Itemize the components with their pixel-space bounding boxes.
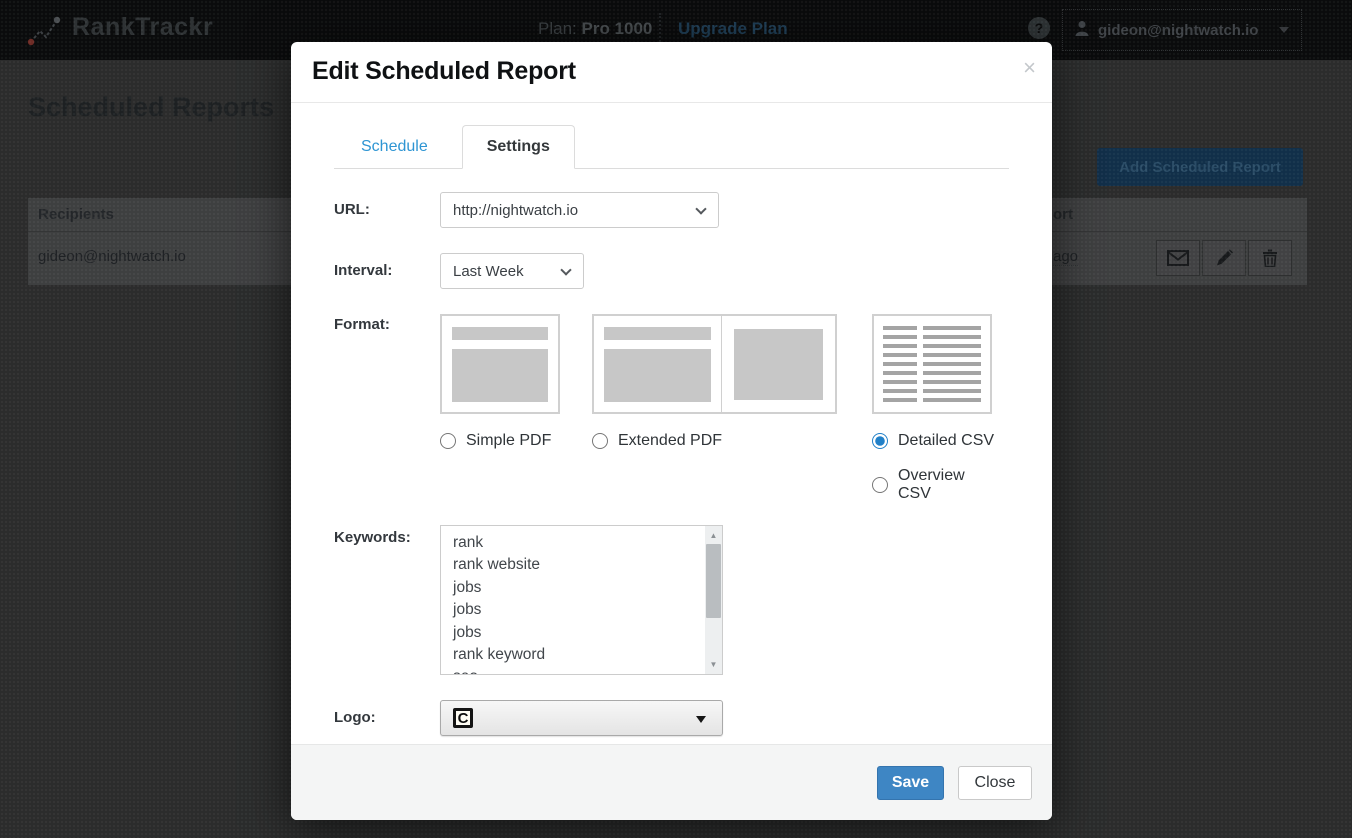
url-select[interactable]: http://nightwatch.io — [440, 192, 719, 228]
logo-row: Logo: C — [334, 700, 1009, 736]
modal-title: Edit Scheduled Report — [312, 57, 576, 86]
tab-settings[interactable]: Settings — [462, 125, 575, 169]
interval-select[interactable]: Last Week — [440, 253, 584, 289]
url-label: URL: — [334, 192, 440, 228]
overview-csv-radio[interactable] — [872, 477, 888, 493]
close-icon[interactable]: × — [1023, 55, 1036, 81]
extended-pdf-radio[interactable] — [592, 433, 608, 449]
extended-pdf-radio-row: Extended PDF — [592, 432, 872, 450]
simple-pdf-radio[interactable] — [440, 433, 456, 449]
keyword-list-item[interactable]: jobs — [453, 577, 702, 599]
detailed-csv-radio[interactable] — [872, 433, 888, 449]
interval-label: Interval: — [334, 253, 440, 289]
format-option-extended-pdf: Extended PDF — [592, 314, 872, 503]
url-select-value: http://nightwatch.io — [453, 202, 578, 219]
extended-pdf-thumbnail[interactable] — [592, 314, 837, 414]
logo-c-icon: C — [453, 708, 473, 728]
format-option-simple-pdf: Simple PDF — [440, 314, 592, 503]
keywords-listbox[interactable]: rank rank website jobs jobs jobs rank ke… — [440, 525, 723, 675]
keyword-list-item[interactable]: jobs — [453, 622, 702, 644]
keyword-list-item[interactable]: rank — [453, 532, 702, 554]
url-row: URL: http://nightwatch.io — [334, 192, 1009, 228]
scroll-up-icon[interactable]: ▲ — [705, 527, 722, 544]
keyword-list-item[interactable]: rank website — [453, 554, 702, 576]
edit-scheduled-report-modal: Edit Scheduled Report × Schedule Setting… — [291, 42, 1052, 820]
detailed-csv-thumbnail[interactable] — [872, 314, 992, 414]
detailed-csv-radio-row: Detailed CSV — [872, 432, 1002, 450]
keyword-list-item[interactable]: jobs — [453, 599, 702, 621]
keywords-row: Keywords: rank rank website jobs jobs jo… — [334, 525, 1009, 675]
overview-csv-radio-row: Overview CSV — [872, 467, 1002, 503]
format-label: Format: — [334, 314, 440, 503]
listbox-scrollbar[interactable]: ▲ ▼ — [705, 526, 722, 674]
modal-header: Edit Scheduled Report × — [291, 42, 1052, 103]
logo-select[interactable]: C — [440, 700, 723, 736]
save-button[interactable]: Save — [877, 766, 944, 800]
format-row: Format: Simple PDF — [334, 314, 1009, 503]
simple-pdf-thumbnail[interactable] — [440, 314, 560, 414]
thumbnail-left-pane — [594, 316, 722, 412]
thumbnail-content-block — [734, 329, 823, 400]
keyword-list-item[interactable]: rank keyword — [453, 644, 702, 666]
tab-schedule[interactable]: Schedule — [343, 126, 446, 168]
format-option-csv: Detailed CSV Overview CSV — [872, 314, 1002, 503]
keywords-label: Keywords: — [334, 525, 440, 675]
logo-label: Logo: — [334, 700, 440, 736]
format-options: Simple PDF Exte — [440, 314, 1002, 503]
close-button[interactable]: Close — [958, 766, 1032, 800]
thumbnail-content-block — [604, 349, 711, 402]
simple-pdf-radio-row: Simple PDF — [440, 432, 592, 450]
interval-select-value: Last Week — [453, 263, 524, 280]
simple-pdf-radio-label: Simple PDF — [466, 432, 551, 450]
thumbnail-header-bar — [604, 327, 711, 340]
chevron-down-icon — [695, 203, 706, 214]
modal-body: Schedule Settings URL: http://nightwatch… — [291, 103, 1052, 744]
dropdown-caret-icon — [696, 716, 706, 723]
scroll-down-icon[interactable]: ▼ — [705, 656, 722, 673]
thumbnail-header-bar — [452, 327, 548, 340]
modal-footer: Save Close — [291, 744, 1052, 820]
detailed-csv-radio-label: Detailed CSV — [898, 432, 994, 450]
overview-csv-radio-label: Overview CSV — [898, 467, 1002, 503]
scrollbar-thumb[interactable] — [706, 544, 721, 618]
thumbnail-content-block — [452, 349, 548, 402]
chevron-down-icon — [560, 264, 571, 275]
tab-bar: Schedule Settings — [334, 125, 1009, 169]
extended-pdf-radio-label: Extended PDF — [618, 432, 722, 450]
keyword-list-item[interactable]: seo — [453, 666, 702, 675]
interval-row: Interval: Last Week — [334, 253, 1009, 289]
thumbnail-right-pane — [722, 316, 835, 412]
